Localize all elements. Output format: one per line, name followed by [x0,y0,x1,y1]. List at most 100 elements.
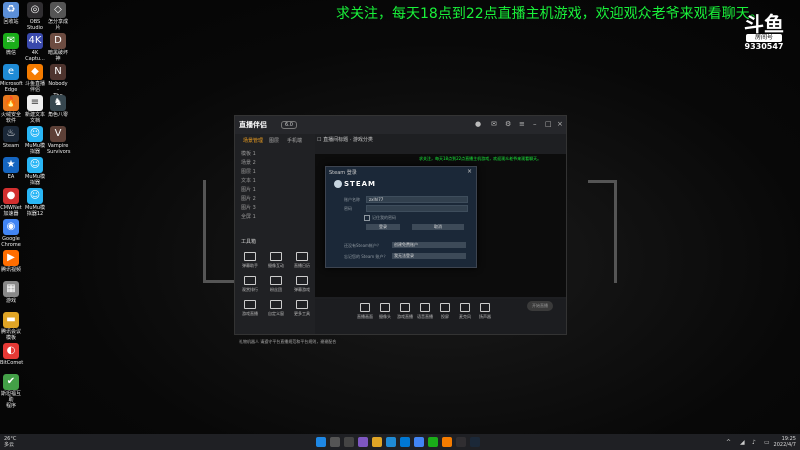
capture-icon: 4K [27,33,43,49]
mail-icon[interactable]: ✉ [491,120,497,128]
tool-button[interactable]: 自定义窗 [265,300,287,317]
edge-icon[interactable] [386,437,396,447]
scene-item[interactable]: 模板 1 [241,150,256,157]
desktop-icon[interactable]: V Vampire Survivors [47,126,70,155]
minimize-icon[interactable]: – [533,120,537,128]
bottom-toolbar-button[interactable]: 摄像头 [375,303,395,320]
password-label: 密码 [344,206,352,211]
tool-button[interactable]: 弹幕游戏 [291,276,313,293]
desktop-icon[interactable]: ✔ 斯坦福互助 程序 [0,374,22,409]
settings-icon[interactable]: ⚙ [505,120,511,128]
search-icon[interactable] [330,437,340,447]
store-icon[interactable] [400,437,410,447]
steam-icon[interactable] [470,437,480,447]
desktop-icon[interactable]: ◇ 怎分享成片 [47,2,69,31]
tool-button[interactable]: 更多工具 [291,300,313,317]
menu-icon[interactable]: ≡ [519,120,525,128]
battery-icon[interactable]: ▭ [764,439,770,446]
chevron-up-icon[interactable]: ^ [726,439,731,446]
start-icon[interactable] [316,437,326,447]
task-view-icon[interactable] [344,437,354,447]
wechat-icon[interactable] [428,437,438,447]
clock[interactable]: 19:25 2022/4/7 [774,436,796,448]
password-input[interactable] [366,205,468,212]
tab-layers[interactable]: 图层 [269,137,279,144]
checkbox-icon[interactable] [364,215,370,221]
app-version-badge[interactable]: 6.0 [281,121,297,129]
desktop-icon[interactable]: 🔥 火绒安全软件 [0,95,22,124]
scene-item[interactable]: 图层 1 [241,168,256,175]
tab-mobile[interactable]: 手机端 [287,137,302,144]
weather-widget[interactable]: 26°C 多云 [4,436,16,448]
tool-label: 更多工具 [294,311,310,316]
scene-item[interactable]: 图片 2 [241,195,256,202]
bottom-toolbar-button[interactable]: 麦克风 [455,303,475,320]
desktop-icon-label: 腾讯会议模板 [0,329,21,341]
tool-button[interactable]: 粉丝团 [265,276,287,293]
desktop-icon[interactable]: e Microsoft Edge [0,64,23,93]
desktop-icon[interactable]: ▬ 腾讯会议模板 [0,312,22,341]
close-icon[interactable]: × [467,168,472,175]
cmwnet-icon: ● [3,188,19,204]
scene-item[interactable]: 图片 3 [241,204,256,211]
start-live-button[interactable]: 开始直播 [527,301,553,311]
desktop-icon[interactable]: ≡ 新建文本 文档 [24,95,46,124]
tool-button[interactable]: 直播日历 [291,252,313,269]
avatar[interactable]: ● [475,120,481,128]
desktop-icon-label: 火绒安全软件 [0,112,21,124]
network-icon[interactable]: ◢ [740,439,745,446]
desktop-icon[interactable]: ♞ 角色八零 [47,95,69,118]
toolbar-label: 直播画面 [357,314,373,319]
app-titlebar[interactable]: 直播伴侣 6.0 ● ✉ ⚙ ≡ – □ × [235,116,566,134]
desktop-icon[interactable]: ☺ MuMu模 拟器 [24,157,46,186]
steam-login-dialog[interactable]: Steam 登录 × STEAM 账户名称 zxlhl77 密码 记住我的密码 … [325,166,477,268]
login-button[interactable]: 登录 [366,224,400,230]
desktop-icon[interactable]: ☺ MuMu模 拟器12 [24,188,46,217]
maximize-icon[interactable]: □ [545,120,552,128]
desktop-icon[interactable]: ▦ 游戏 [0,281,22,304]
tab-scenes[interactable]: 场景管理 [243,137,263,144]
tool-icon [270,276,282,285]
file-explorer-icon[interactable] [372,437,382,447]
bottom-toolbar-button[interactable]: 投屏 [435,303,455,320]
desktop-icon[interactable]: ▶ 腾讯视频 [0,250,22,273]
tool-button[interactable]: 游戏直播 [239,300,261,317]
obs-icon[interactable] [456,437,466,447]
desktop-icon[interactable]: ♻ 回收站 [0,2,22,25]
toolbar-label: 麦克风 [459,314,471,319]
account-input[interactable]: zxlhl77 [366,196,468,203]
desktop-icon[interactable]: ♨ Steam [0,126,22,149]
desktop-icon[interactable]: 4K 4K Captu... [24,33,46,62]
desktop-icon[interactable]: ◎ OBS Studio [24,2,46,31]
create-account-button[interactable]: 创建免费账户 [392,242,466,248]
desktop-icon-label: 游戏 [5,298,16,304]
bottom-toolbar-button[interactable]: 游戏直播 [395,303,415,320]
desktop-icon[interactable]: ◐ BitComet [0,343,23,366]
douyu-icon[interactable] [442,437,452,447]
tool-button[interactable]: 观赏排行 [239,276,261,293]
desktop-icon[interactable]: ★ EA [0,157,22,180]
chat-icon[interactable] [358,437,368,447]
tool-button[interactable]: 摄像互动 [265,252,287,269]
chrome-icon[interactable] [414,437,424,447]
desktop-icon[interactable]: ☺ MuMu模 拟器 [24,126,46,155]
desktop-icon[interactable]: ◆ 斗鱼直播伴侣 [24,64,46,93]
volume-icon[interactable]: ♪ [752,439,756,446]
tool-button[interactable]: 弹幕助手 [239,252,261,269]
desktop-icon[interactable]: ● CMWNet 加速器 [0,188,22,217]
bottom-toolbar-button[interactable]: 直播画面 [355,303,375,320]
scene-item[interactable]: 文本 1 [241,177,256,184]
cant-login-button[interactable]: 我无法登录 [392,253,466,259]
desktop-icon[interactable]: ✉ 微信 [0,33,22,56]
scene-item[interactable]: 全屏 1 [241,213,256,220]
scene-item[interactable]: 图片 1 [241,186,256,193]
bottom-toolbar-button[interactable]: 语音直播 [415,303,435,320]
close-icon[interactable]: × [557,120,563,128]
remember-checkbox[interactable]: 记住我的密码 [364,215,396,221]
bottom-toolbar-button[interactable]: 扬声器 [475,303,495,320]
scene-item[interactable]: 场景 2 [241,159,256,166]
cancel-button[interactable]: 取消 [412,224,464,230]
desktop-icon[interactable]: D 暗黑破坏神 [47,33,69,62]
desktop-icon[interactable]: ◉ Google Chrome [0,219,22,248]
tool-label: 自定义窗 [268,311,284,316]
